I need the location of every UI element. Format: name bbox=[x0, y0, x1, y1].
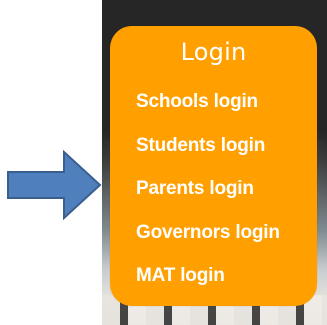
screenshot-stage: Login Schools login Students login Paren… bbox=[0, 0, 327, 325]
login-links-list: Schools login Students login Parents log… bbox=[136, 88, 316, 306]
login-item-parents: Parents login bbox=[136, 175, 316, 219]
parents-login-link[interactable]: Parents login bbox=[136, 175, 254, 203]
students-login-link[interactable]: Students login bbox=[136, 132, 265, 160]
mat-login-link[interactable]: MAT login bbox=[136, 262, 225, 290]
login-dropdown-menu: Login Schools login Students login Paren… bbox=[110, 26, 317, 306]
login-item-schools: Schools login bbox=[136, 88, 316, 132]
login-item-students: Students login bbox=[136, 132, 316, 176]
governors-login-link[interactable]: Governors login bbox=[136, 219, 280, 247]
login-item-mat: MAT login bbox=[136, 262, 316, 306]
arrow-right-icon bbox=[7, 150, 102, 220]
login-item-governors: Governors login bbox=[136, 219, 316, 263]
schools-login-link[interactable]: Schools login bbox=[136, 88, 258, 116]
login-menu-title: Login bbox=[180, 38, 247, 66]
